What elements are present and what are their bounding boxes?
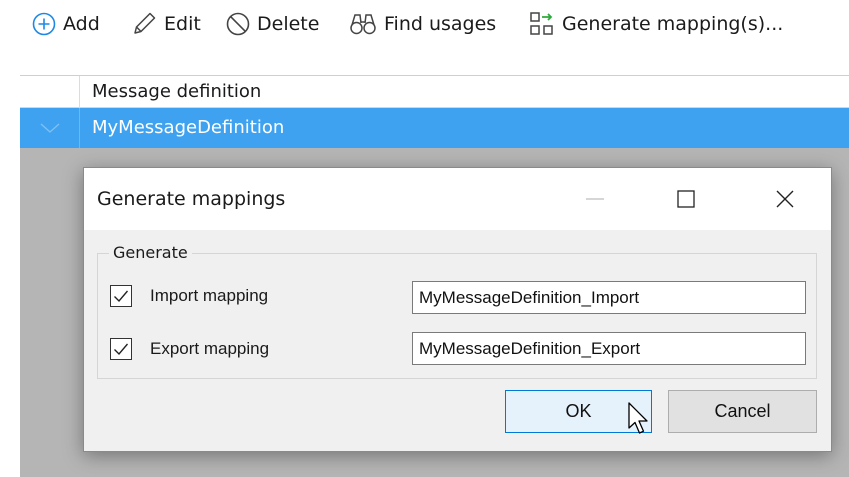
- grid-header: Message definition: [20, 76, 849, 108]
- table-cell-name: MyMessageDefinition: [92, 117, 285, 138]
- plus-circle-icon: [32, 12, 56, 36]
- export-mapping-checkbox-row[interactable]: Export mapping: [110, 335, 269, 363]
- delete-label: Delete: [257, 13, 320, 35]
- column-header-message-definition[interactable]: Message definition: [92, 76, 261, 108]
- generate-mappings-dialog: Generate mappings Generate Import mappin…: [83, 167, 832, 452]
- no-entry-icon: [226, 12, 250, 36]
- close-icon: [776, 190, 794, 208]
- generate-groupbox: Generate Import mapping MyMessageDefinit…: [97, 241, 817, 379]
- minimize-button[interactable]: [566, 168, 624, 230]
- add-button[interactable]: Add: [32, 0, 100, 48]
- edit-label: Edit: [164, 13, 201, 35]
- minimize-icon: [586, 198, 604, 200]
- import-mapping-checkbox[interactable]: [110, 285, 132, 307]
- grid-header-gutter: [20, 76, 80, 108]
- export-mapping-name-input[interactable]: MyMessageDefinition_Export: [412, 332, 806, 365]
- dialog-title: Generate mappings: [97, 188, 286, 210]
- import-mapping-label: Import mapping: [150, 286, 269, 305]
- generate-mappings-label: Generate mapping(s)...: [562, 13, 784, 35]
- table-row[interactable]: MyMessageDefinition: [20, 108, 849, 148]
- toolbar: Add Edit Delete Find usages Generate map…: [0, 0, 849, 48]
- generate-group-label: Generate: [109, 241, 192, 265]
- import-mapping-checkbox-row[interactable]: Import mapping: [110, 282, 268, 310]
- maximize-icon: [677, 190, 695, 208]
- maximize-button[interactable]: [657, 168, 715, 230]
- delete-button[interactable]: Delete: [226, 0, 319, 48]
- checkmark-icon: [114, 290, 129, 303]
- edit-button[interactable]: Edit: [131, 0, 201, 48]
- checkmark-icon: [114, 343, 129, 356]
- mouse-cursor-icon: [628, 402, 650, 440]
- close-button[interactable]: [756, 168, 814, 230]
- export-mapping-checkbox[interactable]: [110, 338, 132, 360]
- generate-mapping-icon: [529, 11, 555, 37]
- binoculars-icon: [349, 12, 377, 36]
- chevron-down-icon: [40, 123, 59, 133]
- row-gutter: [20, 108, 80, 148]
- cancel-button[interactable]: Cancel: [668, 390, 817, 433]
- find-usages-label: Find usages: [384, 13, 497, 35]
- export-mapping-label: Export mapping: [150, 339, 270, 358]
- pencil-icon: [131, 11, 157, 37]
- dialog-titlebar[interactable]: Generate mappings: [84, 168, 831, 230]
- find-usages-button[interactable]: Find usages: [349, 0, 496, 48]
- generate-mappings-button[interactable]: Generate mapping(s)...: [529, 0, 783, 48]
- import-mapping-name-input[interactable]: MyMessageDefinition_Import: [412, 281, 806, 314]
- add-label: Add: [63, 13, 100, 35]
